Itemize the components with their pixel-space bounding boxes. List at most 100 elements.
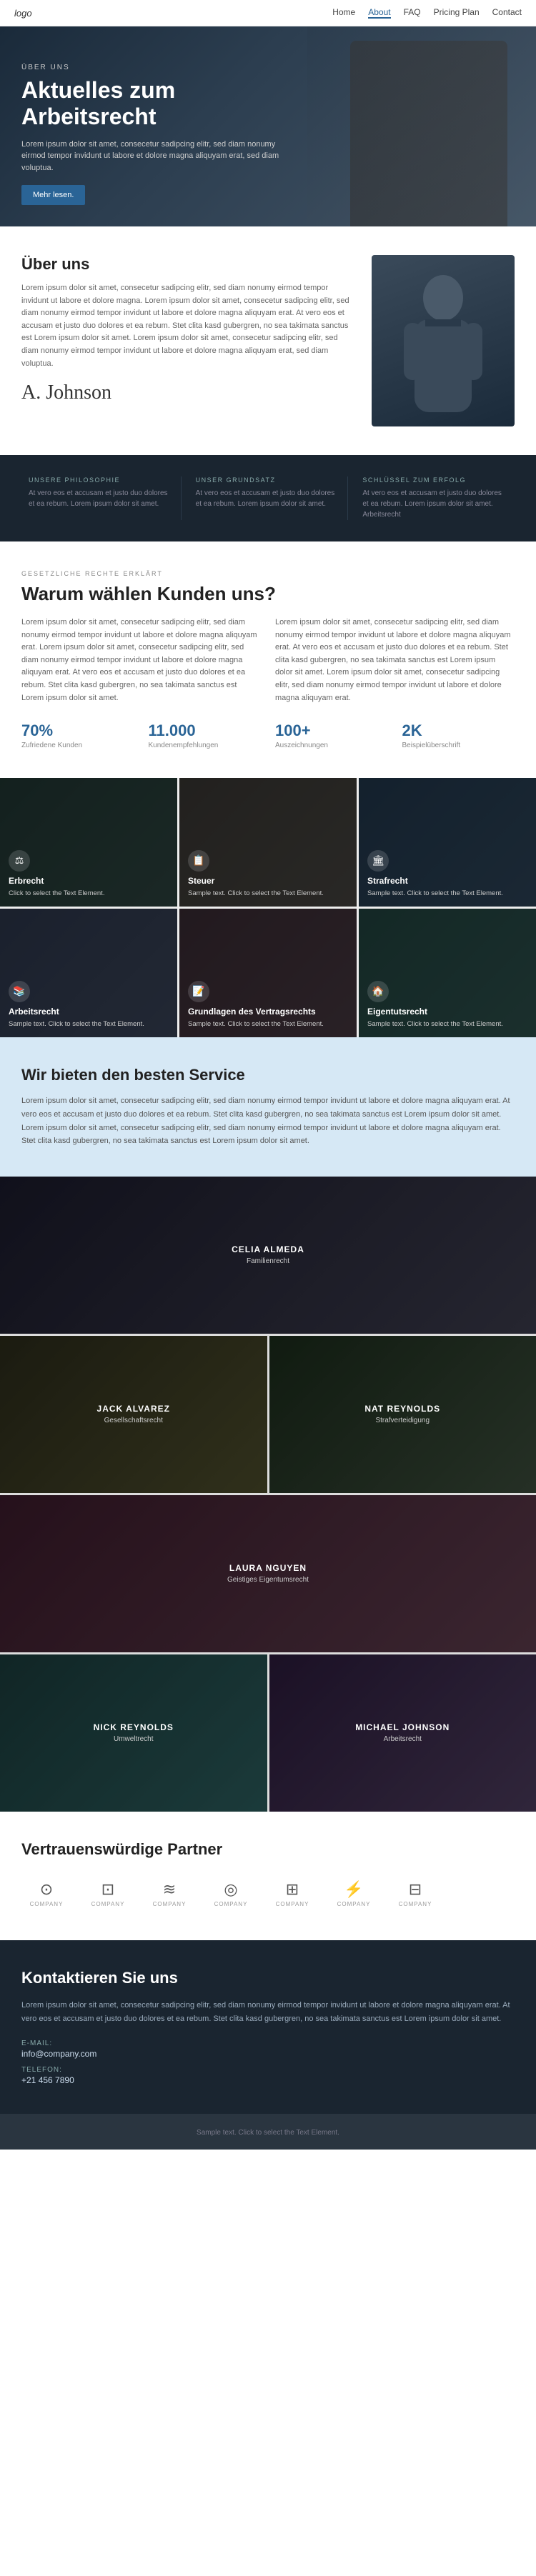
services-section: ⚖ Erbrecht Click to select the Text Elem… bbox=[0, 778, 536, 1037]
hero-content: ÜBER UNS Aktuelles zum Arbeitsrecht Lore… bbox=[21, 64, 307, 205]
team-name-michael: MICHAEL JOHNSON bbox=[355, 1722, 450, 1732]
banner-item-2: SCHLÜSSEL ZUM ERFOLG At vero eos et accu… bbox=[355, 476, 515, 520]
partner-icon-6: ⊟ bbox=[409, 1880, 422, 1899]
service-card-1[interactable]: 📋 Steuer Sample text. Click to select th… bbox=[179, 778, 357, 907]
banner-item-1: UNSER GRUNDSATZ At vero eos et accusam e… bbox=[189, 476, 349, 520]
hero-button[interactable]: Mehr lesen. bbox=[21, 185, 85, 205]
why-eyebrow: GESETZLICHE RECHTE ERKLÄRT bbox=[21, 570, 515, 577]
about-person-svg bbox=[397, 262, 490, 419]
about-image-inner bbox=[372, 255, 515, 426]
footer: Sample text. Click to select the Text El… bbox=[0, 2114, 536, 2150]
team-name-celia: CELIA ALMEDA bbox=[232, 1244, 304, 1254]
service-body-1: Sample text. Click to select the Text El… bbox=[188, 889, 348, 898]
service-icon-0: ⚖ bbox=[9, 850, 30, 872]
team-role-celia: Familienrecht bbox=[247, 1257, 289, 1265]
partner-label-4: COMPANY bbox=[276, 1901, 309, 1907]
banner-body-1: At vero eos et accusam et justo duo dolo… bbox=[196, 488, 341, 509]
service-card-5[interactable]: 🏠 Eigentutsrecht Sample text. Click to s… bbox=[359, 909, 536, 1037]
service-overlay-5: 🏠 Eigentutsrecht Sample text. Click to s… bbox=[359, 909, 536, 1037]
hero-eyebrow: ÜBER UNS bbox=[21, 64, 307, 71]
team-section: CELIA ALMEDA Familienrecht JACK ALVAREZ … bbox=[0, 1177, 536, 1812]
why-title: Warum wählen Kunden uns? bbox=[21, 583, 515, 605]
partner-icon-4: ⊞ bbox=[286, 1880, 299, 1899]
why-section: GESETZLICHE RECHTE ERKLÄRT Warum wählen … bbox=[0, 541, 536, 778]
service-overlay-3: 📚 Arbeitsrecht Sample text. Click to sel… bbox=[0, 909, 177, 1037]
stat-0: 70% Zufriedene Kunden bbox=[21, 722, 134, 749]
partner-logo-5: ⚡ COMPANY bbox=[329, 1876, 379, 1912]
partner-title: Vertrauenswürdige Partner bbox=[21, 1840, 515, 1859]
why-col-1: Lorem ipsum dolor sit amet, consecetur s… bbox=[21, 616, 261, 704]
service-card-2[interactable]: 🏛 Strafrecht Sample text. Click to selec… bbox=[359, 778, 536, 907]
team-name-jack: JACK ALVAREZ bbox=[97, 1404, 170, 1414]
service-title-3: Arbeitsrecht bbox=[9, 1007, 169, 1017]
team-card-celia[interactable]: CELIA ALMEDA Familienrecht bbox=[0, 1177, 536, 1334]
nav-faq[interactable]: FAQ bbox=[404, 7, 421, 19]
service-card-4[interactable]: 📝 Grundlagen des Vertragsrechts Sample t… bbox=[179, 909, 357, 1037]
contact-email-label: E-Mail: bbox=[21, 2040, 515, 2047]
navbar: logo Home About FAQ Pricing Plan Contact bbox=[0, 0, 536, 26]
service-body-2: Sample text. Click to select the Text El… bbox=[367, 889, 527, 898]
nav-pricing[interactable]: Pricing Plan bbox=[434, 7, 480, 19]
team-card-michael[interactable]: MICHAEL JOHNSON Arbeitsrecht bbox=[269, 1654, 536, 1812]
service-body-4: Sample text. Click to select the Text El… bbox=[188, 1019, 348, 1029]
service-card-3[interactable]: 📚 Arbeitsrecht Sample text. Click to sel… bbox=[0, 909, 177, 1037]
dark-banner: UNSERE PHILOSOPHIE At vero eos et accusa… bbox=[0, 455, 536, 541]
partner-label-0: COMPANY bbox=[30, 1901, 64, 1907]
service-title-0: Erbrecht bbox=[9, 876, 169, 886]
nav-logo: logo bbox=[14, 8, 32, 19]
best-service-section: Wir bieten den besten Service Lorem ipsu… bbox=[0, 1037, 536, 1177]
nav-home[interactable]: Home bbox=[332, 7, 355, 19]
banner-body-0: At vero eos et accusam et justo duo dolo… bbox=[29, 488, 174, 509]
contact-section: Kontaktieren Sie uns Lorem ipsum dolor s… bbox=[0, 1940, 536, 2114]
service-body-0: Click to select the Text Element. bbox=[9, 889, 169, 898]
team-role-michael: Arbeitsrecht bbox=[384, 1735, 422, 1743]
service-card-0[interactable]: ⚖ Erbrecht Click to select the Text Elem… bbox=[0, 778, 177, 907]
stat-num-0: 70% bbox=[21, 722, 134, 740]
partner-logo-2: ≋ COMPANY bbox=[144, 1876, 194, 1912]
team-role-jack: Gesellschaftsrecht bbox=[104, 1417, 163, 1424]
stat-label-3: Beispielüberschrift bbox=[402, 742, 515, 749]
service-title-2: Strafrecht bbox=[367, 876, 527, 886]
about-title: Über uns bbox=[21, 255, 354, 274]
partner-label-1: COMPANY bbox=[91, 1901, 125, 1907]
contact-phone-label: Telefon: bbox=[21, 2066, 515, 2074]
stat-label-0: Zufriedene Kunden bbox=[21, 742, 134, 749]
team-overlay-laura: LAURA NGUYEN Geistiges Eigentumsrecht bbox=[0, 1495, 536, 1652]
team-overlay-celia: CELIA ALMEDA Familienrecht bbox=[0, 1177, 536, 1334]
stat-2: 100+ Auszeichnungen bbox=[275, 722, 388, 749]
partner-icon-5: ⚡ bbox=[344, 1880, 363, 1899]
service-overlay-1: 📋 Steuer Sample text. Click to select th… bbox=[179, 778, 357, 907]
team-card-jack[interactable]: JACK ALVAREZ Gesellschaftsrecht bbox=[0, 1336, 267, 1493]
contact-email-value: info@company.com bbox=[21, 2049, 515, 2059]
hero-title: Aktuelles zum Arbeitsrecht bbox=[21, 77, 307, 130]
contact-title: Kontaktieren Sie uns bbox=[21, 1969, 515, 1987]
nav-contact[interactable]: Contact bbox=[492, 7, 522, 19]
partner-logo-6: ⊟ COMPANY bbox=[390, 1876, 440, 1912]
team-overlay-jack: JACK ALVAREZ Gesellschaftsrecht bbox=[0, 1336, 267, 1493]
partner-icon-3: ◎ bbox=[224, 1880, 237, 1899]
partner-logos: ⊙ COMPANY ⊡ COMPANY ≋ COMPANY ◎ COMPANY … bbox=[21, 1876, 515, 1912]
team-card-laura[interactable]: LAURA NGUYEN Geistiges Eigentumsrecht bbox=[0, 1495, 536, 1652]
service-icon-2: 🏛 bbox=[367, 850, 389, 872]
service-overlay-4: 📝 Grundlagen des Vertragsrechts Sample t… bbox=[179, 909, 357, 1037]
service-title-1: Steuer bbox=[188, 876, 348, 886]
partner-icon-2: ≋ bbox=[163, 1880, 176, 1899]
banner-item-0: UNSERE PHILOSOPHIE At vero eos et accusa… bbox=[21, 476, 182, 520]
service-overlay-0: ⚖ Erbrecht Click to select the Text Elem… bbox=[0, 778, 177, 907]
service-icon-4: 📝 bbox=[188, 981, 209, 1002]
service-overlay-2: 🏛 Strafrecht Sample text. Click to selec… bbox=[359, 778, 536, 907]
nav-about[interactable]: About bbox=[368, 7, 390, 19]
partner-logo-0: ⊙ COMPANY bbox=[21, 1876, 71, 1912]
banner-eyebrow-2: SCHLÜSSEL ZUM ERFOLG bbox=[362, 476, 507, 484]
contact-phone-value: +21 456 7890 bbox=[21, 2075, 515, 2085]
team-card-nick[interactable]: NICK REYNOLDS Umweltrecht bbox=[0, 1654, 267, 1812]
team-grid: CELIA ALMEDA Familienrecht JACK ALVAREZ … bbox=[0, 1177, 536, 1812]
partner-icon-1: ⊡ bbox=[101, 1880, 114, 1899]
partner-section: Vertrauenswürdige Partner ⊙ COMPANY ⊡ CO… bbox=[0, 1812, 536, 1940]
why-col-2: Lorem ipsum dolor sit amet, consecetur s… bbox=[275, 616, 515, 704]
team-name-nick: NICK REYNOLDS bbox=[94, 1722, 174, 1732]
team-card-nat[interactable]: NAT REYNOLDS Strafverteidigung bbox=[269, 1336, 536, 1493]
stat-label-2: Auszeichnungen bbox=[275, 742, 388, 749]
contact-body: Lorem ipsum dolor sit amet, consecetur s… bbox=[21, 1999, 515, 2025]
service-title-5: Eigentutsrecht bbox=[367, 1007, 527, 1017]
